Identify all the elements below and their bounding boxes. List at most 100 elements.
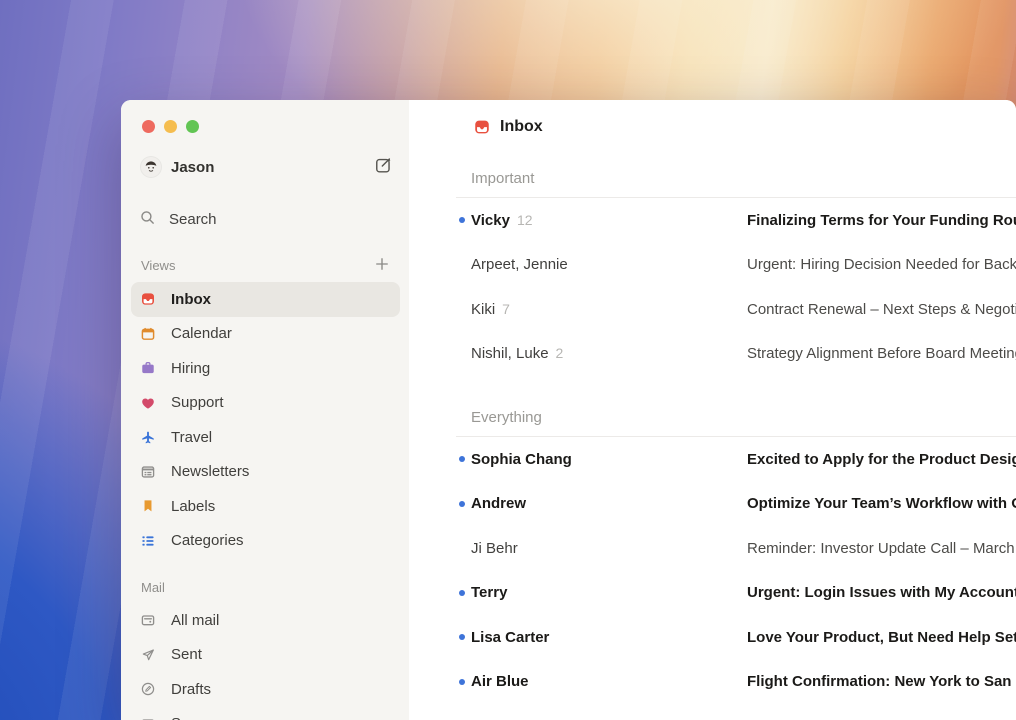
sidebar-item-travel[interactable]: Travel: [131, 420, 400, 455]
compose-button[interactable]: [374, 156, 393, 178]
sidebar-item-labels[interactable]: Labels: [131, 489, 400, 524]
sidebar-item-support[interactable]: Support: [131, 386, 400, 421]
sidebar-item-label: Support: [171, 394, 224, 411]
email-subject: Urgent: Hiring Decision Needed for Backe…: [747, 256, 1016, 273]
email-sender: Nishil, Luke2: [471, 345, 747, 362]
email-subject: Optimize Your Team’s Workflow with Our N…: [747, 495, 1016, 512]
add-view-button[interactable]: [373, 255, 391, 276]
plane-icon: [140, 429, 156, 445]
email-subject: Strategy Alignment Before Board Meeting: [747, 345, 1016, 362]
sidebar-item-drafts[interactable]: Drafts: [131, 672, 400, 707]
email-row[interactable]: AndrewOptimize Your Team’s Workflow with…: [409, 482, 1016, 527]
unread-dot: [459, 634, 465, 640]
search-button[interactable]: Search: [139, 208, 391, 230]
bookmark-icon: [140, 498, 156, 514]
email-subject: Reminder: Investor Update Call – March 5…: [747, 540, 1016, 557]
sidebar-item-label: All mail: [171, 612, 219, 629]
mail-app-window: Jason Search Views Inbox Calendar Hiring Su…: [121, 100, 1016, 720]
sidebar-item-label: Spam: [171, 715, 210, 720]
email-subject: Love Your Product, But Need Help Setting…: [747, 629, 1016, 646]
email-sender: Vicky12: [471, 212, 747, 229]
mail-header: Mail: [141, 577, 389, 597]
sidebar-item-label: Calendar: [171, 325, 232, 342]
sidebar-item-all-mail[interactable]: All mail: [131, 603, 400, 638]
email-row[interactable]: Vicky12Finalizing Terms for Your Funding…: [409, 198, 1016, 243]
unread-dot-cell: [409, 456, 471, 462]
email-row[interactable]: Air BlueFlight Confirmation: New York to…: [409, 660, 1016, 705]
sidebar-item-label: Categories: [171, 532, 244, 549]
unread-dot-cell: [409, 501, 471, 507]
send-icon: [140, 647, 156, 663]
email-row[interactable]: Lisa CarterLove Your Product, But Need H…: [409, 615, 1016, 660]
profile-name: Jason: [171, 159, 214, 176]
unread-dot-cell: [409, 679, 471, 685]
sidebar-item-label: Travel: [171, 429, 212, 446]
email-row[interactable]: Kiki7Contract Renewal – Next Steps & Neg…: [409, 287, 1016, 332]
views-section-label: Views: [141, 258, 175, 273]
sidebar-item-categories[interactable]: Categories: [131, 524, 400, 559]
list-icon: [140, 533, 156, 549]
email-row[interactable]: Ji BehrReminder: Investor Update Call – …: [409, 526, 1016, 571]
sidebar-item-spam[interactable]: Spam: [131, 707, 400, 720]
email-row[interactable]: Nishil, Luke2Strategy Alignment Before B…: [409, 332, 1016, 377]
thread-count: 12: [517, 212, 533, 228]
unread-dot: [459, 217, 465, 223]
traffic-lights: [121, 100, 409, 133]
email-row[interactable]: Arpeet, JennieUrgent: Hiring Decision Ne…: [409, 243, 1016, 288]
unread-dot-cell: [409, 217, 471, 223]
unread-dot: [459, 679, 465, 685]
sidebar-item-label: Labels: [171, 498, 215, 515]
sidebar: Jason Search Views Inbox Calendar Hiring Su…: [121, 100, 409, 720]
page-title: Inbox: [500, 118, 543, 136]
unread-dot: [459, 501, 465, 507]
sidebar-item-newsletters[interactable]: Newsletters: [131, 455, 400, 490]
sidebar-item-label: Inbox: [171, 291, 211, 308]
email-sender: Air Blue: [471, 673, 747, 690]
email-pane: Inbox Important Vicky12Finalizing Terms f…: [409, 100, 1016, 720]
newspaper-icon: [140, 464, 156, 480]
avatar: [141, 157, 161, 177]
sidebar-mail-list: All mail Sent Drafts Spam: [131, 603, 400, 720]
briefcase-icon: [140, 360, 156, 376]
email-sender: Lisa Carter: [471, 629, 747, 646]
sidebar-item-inbox[interactable]: Inbox: [131, 282, 400, 317]
section-label: Everything: [471, 407, 1016, 427]
thread-count: 7: [502, 301, 510, 317]
email-subject: Finalizing Terms for Your Funding Round: [747, 212, 1016, 229]
email-subject: Excited to Apply for the Product Designe…: [747, 451, 1016, 468]
unread-dot: [459, 590, 465, 596]
zoom-button[interactable]: [186, 120, 199, 133]
email-row[interactable]: Sophia ChangExcited to Apply for the Pro…: [409, 437, 1016, 482]
sidebar-item-hiring[interactable]: Hiring: [131, 351, 400, 386]
email-subject: Contract Renewal – Next Steps & Negotiat…: [747, 301, 1016, 318]
section-label: Important: [471, 168, 1016, 188]
thread-count: 2: [556, 345, 564, 361]
email-sender: Arpeet, Jennie: [471, 256, 747, 273]
email-subject: Urgent: Login Issues with My Account: [747, 584, 1016, 601]
draft-icon: [140, 681, 156, 697]
sidebar-item-label: Hiring: [171, 360, 210, 377]
search-label: Search: [169, 211, 217, 228]
sidebar-item-sent[interactable]: Sent: [131, 638, 400, 673]
email-sender: Ji Behr: [471, 540, 747, 557]
sidebar-views-list: Inbox Calendar Hiring Support Travel Newslett…: [131, 282, 400, 558]
spam-icon: [140, 716, 156, 720]
email-subject: Flight Confirmation: New York to San Fra…: [747, 673, 1016, 690]
heart-icon: [140, 395, 156, 411]
sidebar-item-calendar[interactable]: Calendar: [131, 317, 400, 352]
email-sender: Terry: [471, 584, 747, 601]
email-row[interactable]: Industry InsightsThe Future of AI in Com…: [409, 704, 1016, 720]
email-row[interactable]: TerryUrgent: Login Issues with My Accoun…: [409, 571, 1016, 616]
email-sender: Kiki7: [471, 301, 747, 318]
sidebar-item-label: Sent: [171, 646, 202, 663]
unread-dot: [459, 456, 465, 462]
mail-section-label: Mail: [141, 580, 165, 595]
minimize-button[interactable]: [164, 120, 177, 133]
calendar-icon: [140, 326, 156, 342]
inbox-icon: [140, 291, 156, 307]
close-button[interactable]: [142, 120, 155, 133]
inbox-header: Inbox: [409, 100, 1016, 139]
email-sender: Andrew: [471, 495, 747, 512]
sidebar-item-label: Drafts: [171, 681, 211, 698]
unread-dot-cell: [409, 634, 471, 640]
